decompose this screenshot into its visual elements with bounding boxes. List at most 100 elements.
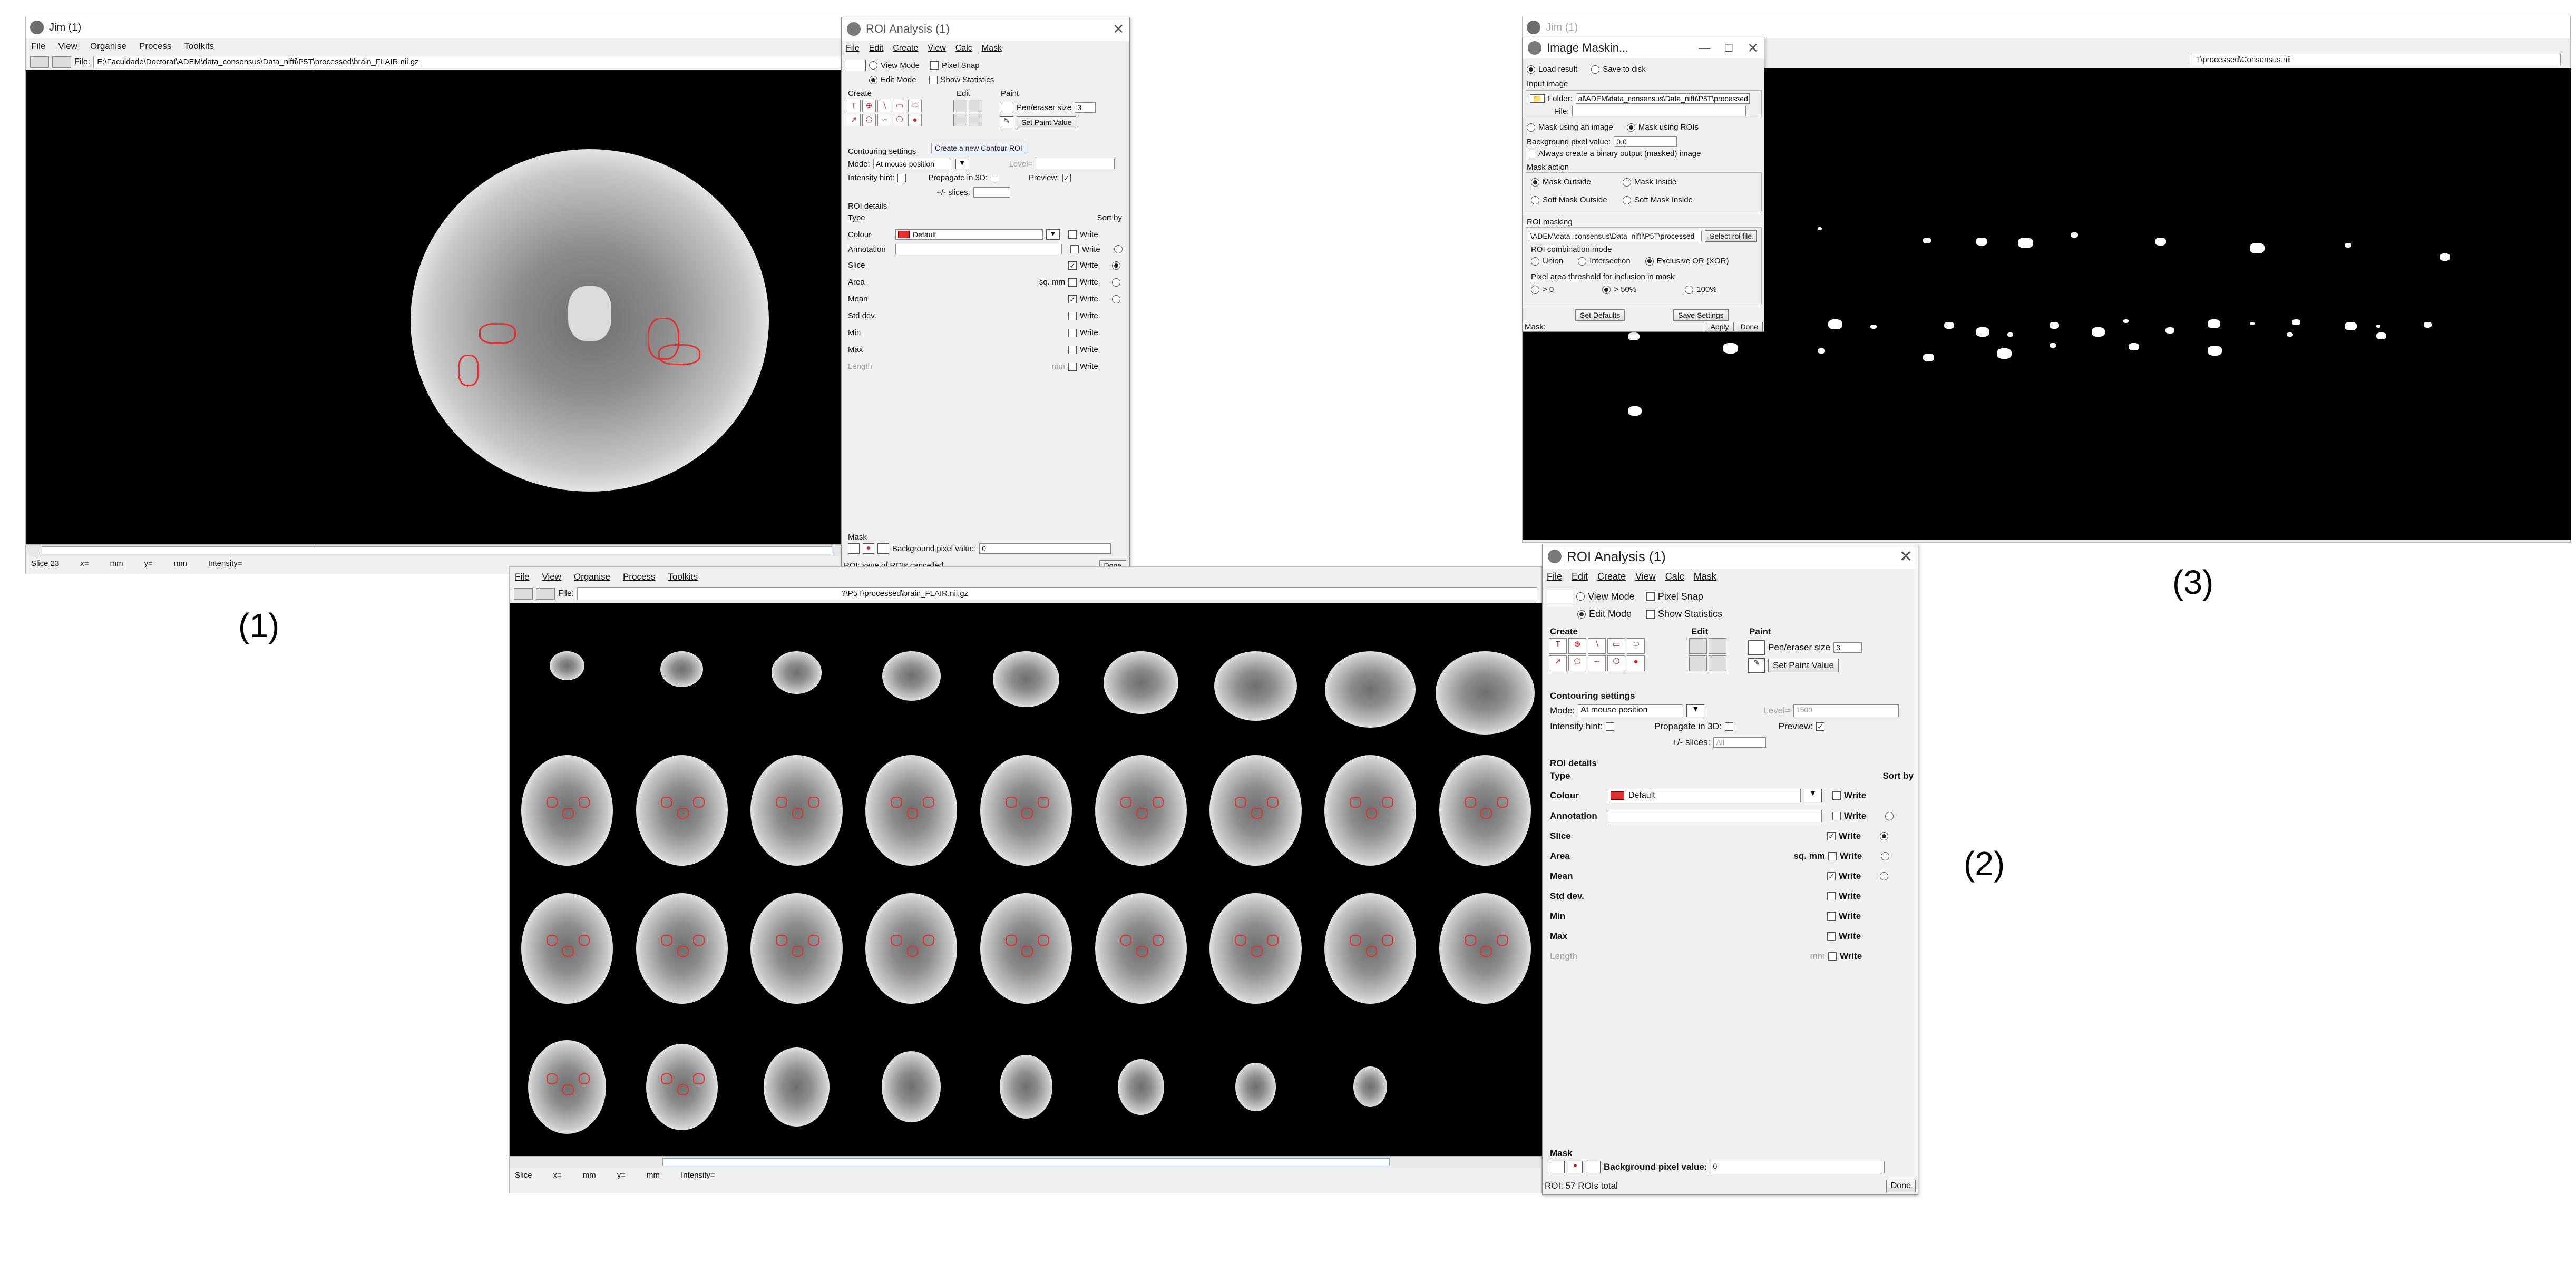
menu-edit[interactable]: Edit: [1572, 571, 1588, 582]
menu-file[interactable]: File: [1547, 571, 1562, 582]
chevron-down-icon[interactable]: ▼: [1686, 704, 1705, 717]
roi-contour[interactable]: [1382, 796, 1393, 808]
point-roi-icon[interactable]: ⊕: [862, 100, 876, 112]
roi-contour[interactable]: [1120, 935, 1132, 946]
brain-slice-thumbnail[interactable]: [660, 651, 703, 687]
pen-size-field[interactable]: 3: [1075, 102, 1096, 113]
rect-roi-icon[interactable]: ▭: [893, 100, 906, 112]
ellipse-roi-icon[interactable]: ⬭: [1627, 638, 1645, 654]
roi-contour[interactable]: [1350, 796, 1361, 808]
roi-contour[interactable]: [923, 796, 934, 808]
edit-tool-icon[interactable]: [953, 100, 967, 112]
roi-contour[interactable]: [776, 935, 787, 946]
write-colour-checkbox[interactable]: [1832, 791, 1841, 800]
mode-select[interactable]: At mouse position: [873, 159, 952, 169]
pixel-snap-checkbox[interactable]: [1646, 592, 1655, 601]
set-paint-button[interactable]: Set Paint Value: [1017, 116, 1077, 128]
roi-contour[interactable]: [1152, 935, 1164, 946]
pixel-snap-checkbox[interactable]: [930, 61, 939, 70]
menu-organise[interactable]: Organise: [574, 572, 610, 582]
write-colour-checkbox[interactable]: [1068, 230, 1077, 239]
menu-mask[interactable]: Mask: [982, 44, 1002, 53]
roi-contour[interactable]: [661, 935, 673, 946]
roi-contour[interactable]: [1235, 796, 1247, 808]
menu-toolkits[interactable]: Toolkits: [668, 572, 698, 582]
pointer-tool-icon[interactable]: [1547, 590, 1573, 603]
open-file-button[interactable]: [52, 56, 71, 68]
write-max-checkbox[interactable]: [1827, 932, 1836, 941]
brain-slice-thumbnail[interactable]: [999, 1055, 1053, 1119]
level-field[interactable]: 1500: [1793, 704, 1899, 717]
sort-annotation-radio[interactable]: [1114, 245, 1123, 253]
roi-contour[interactable]: [792, 807, 804, 819]
polygon-roi-icon[interactable]: ⬠: [862, 114, 876, 126]
threshold-0-radio[interactable]: [1531, 285, 1539, 294]
preview-checkbox[interactable]: ✓: [1816, 722, 1824, 731]
propagate-checkbox[interactable]: [1724, 722, 1733, 731]
mask-inside-radio[interactable]: [1623, 178, 1631, 187]
roi-contour[interactable]: [562, 807, 574, 819]
intensity-hint-icon[interactable]: [1606, 722, 1615, 731]
roi-contour[interactable]: [1152, 796, 1164, 808]
mask-clear-icon[interactable]: [877, 543, 889, 554]
roi-contour[interactable]: [546, 1073, 558, 1084]
roi-contour[interactable]: [1496, 796, 1508, 808]
sort-area-radio[interactable]: [1111, 278, 1120, 287]
roi-contour[interactable]: [1136, 946, 1148, 957]
edit-tool-icon[interactable]: [1709, 638, 1726, 654]
brain-slice-thumbnail[interactable]: [550, 651, 584, 680]
polyline-roi-icon[interactable]: ➚: [1549, 655, 1567, 671]
menu-file[interactable]: File: [31, 41, 45, 52]
select-roi-button[interactable]: Select roi file: [1705, 230, 1757, 242]
sort-annotation-radio[interactable]: [1885, 812, 1894, 820]
close-icon[interactable]: ✕: [1747, 40, 1759, 56]
write-max-checkbox[interactable]: [1068, 345, 1077, 354]
binary-checkbox[interactable]: [1527, 149, 1535, 158]
brain-slice-thumbnail[interactable]: [1325, 651, 1416, 728]
line-roi-icon[interactable]: ∖: [1588, 638, 1606, 654]
roi-contour[interactable]: [677, 1084, 689, 1095]
point-roi-icon[interactable]: ⊕: [1568, 638, 1586, 654]
roi-contour[interactable]: [546, 935, 558, 946]
toolbar-button[interactable]: [514, 588, 533, 600]
contour-roi-icon[interactable]: ❍: [893, 114, 906, 126]
annotation-field[interactable]: [895, 244, 1062, 254]
roi-contour[interactable]: [808, 935, 819, 946]
done-button[interactable]: Done: [1735, 322, 1763, 331]
chevron-down-icon[interactable]: ▼: [1046, 229, 1060, 240]
paint-brush-icon[interactable]: ✎: [1000, 116, 1013, 128]
sort-mean-radio[interactable]: [1880, 872, 1889, 880]
save-disk-radio[interactable]: [1591, 65, 1600, 74]
slices-field[interactable]: All: [1713, 737, 1767, 748]
slices-field[interactable]: [973, 187, 1010, 198]
done-button[interactable]: Done: [1886, 1180, 1916, 1192]
roi-contour[interactable]: [1350, 935, 1361, 946]
open-file-button[interactable]: [536, 588, 555, 600]
colour-select[interactable]: Default: [1608, 789, 1801, 802]
brain-slice-thumbnail[interactable]: [1353, 1066, 1388, 1108]
soft-outside-radio[interactable]: [1531, 195, 1539, 204]
save-settings-button[interactable]: Save Settings: [1673, 309, 1729, 321]
brain-slice-thumbnail[interactable]: [1104, 651, 1178, 714]
write-std-checkbox[interactable]: [1068, 311, 1077, 320]
brain-slice-thumbnail[interactable]: [771, 651, 822, 694]
bg-pixel-field[interactable]: 0: [1710, 1161, 1885, 1173]
roi-contour[interactable]: [1136, 807, 1148, 819]
soft-inside-radio[interactable]: [1623, 195, 1631, 204]
image-canvas[interactable]: [26, 70, 848, 544]
roi-contour[interactable]: [658, 344, 700, 365]
roi-contour[interactable]: [1480, 946, 1492, 957]
write-mean-checkbox[interactable]: ✓: [1827, 872, 1836, 880]
brain-slice-thumbnail[interactable]: [1214, 651, 1297, 721]
write-min-checkbox[interactable]: [1827, 912, 1836, 921]
scrollbar-thumb[interactable]: [42, 546, 832, 554]
write-annotation-checkbox[interactable]: [1070, 245, 1079, 253]
brain-slice-thumbnail[interactable]: [1436, 651, 1535, 735]
view-mode-radio[interactable]: [869, 61, 877, 70]
chevron-down-icon[interactable]: ▼: [1804, 789, 1822, 802]
write-length-checkbox[interactable]: [1828, 952, 1837, 961]
browse-folder-icon[interactable]: 📁: [1530, 94, 1545, 103]
roi-contour[interactable]: [693, 935, 705, 946]
roi-contour[interactable]: [1267, 796, 1279, 808]
roi-contour[interactable]: [1382, 935, 1393, 946]
